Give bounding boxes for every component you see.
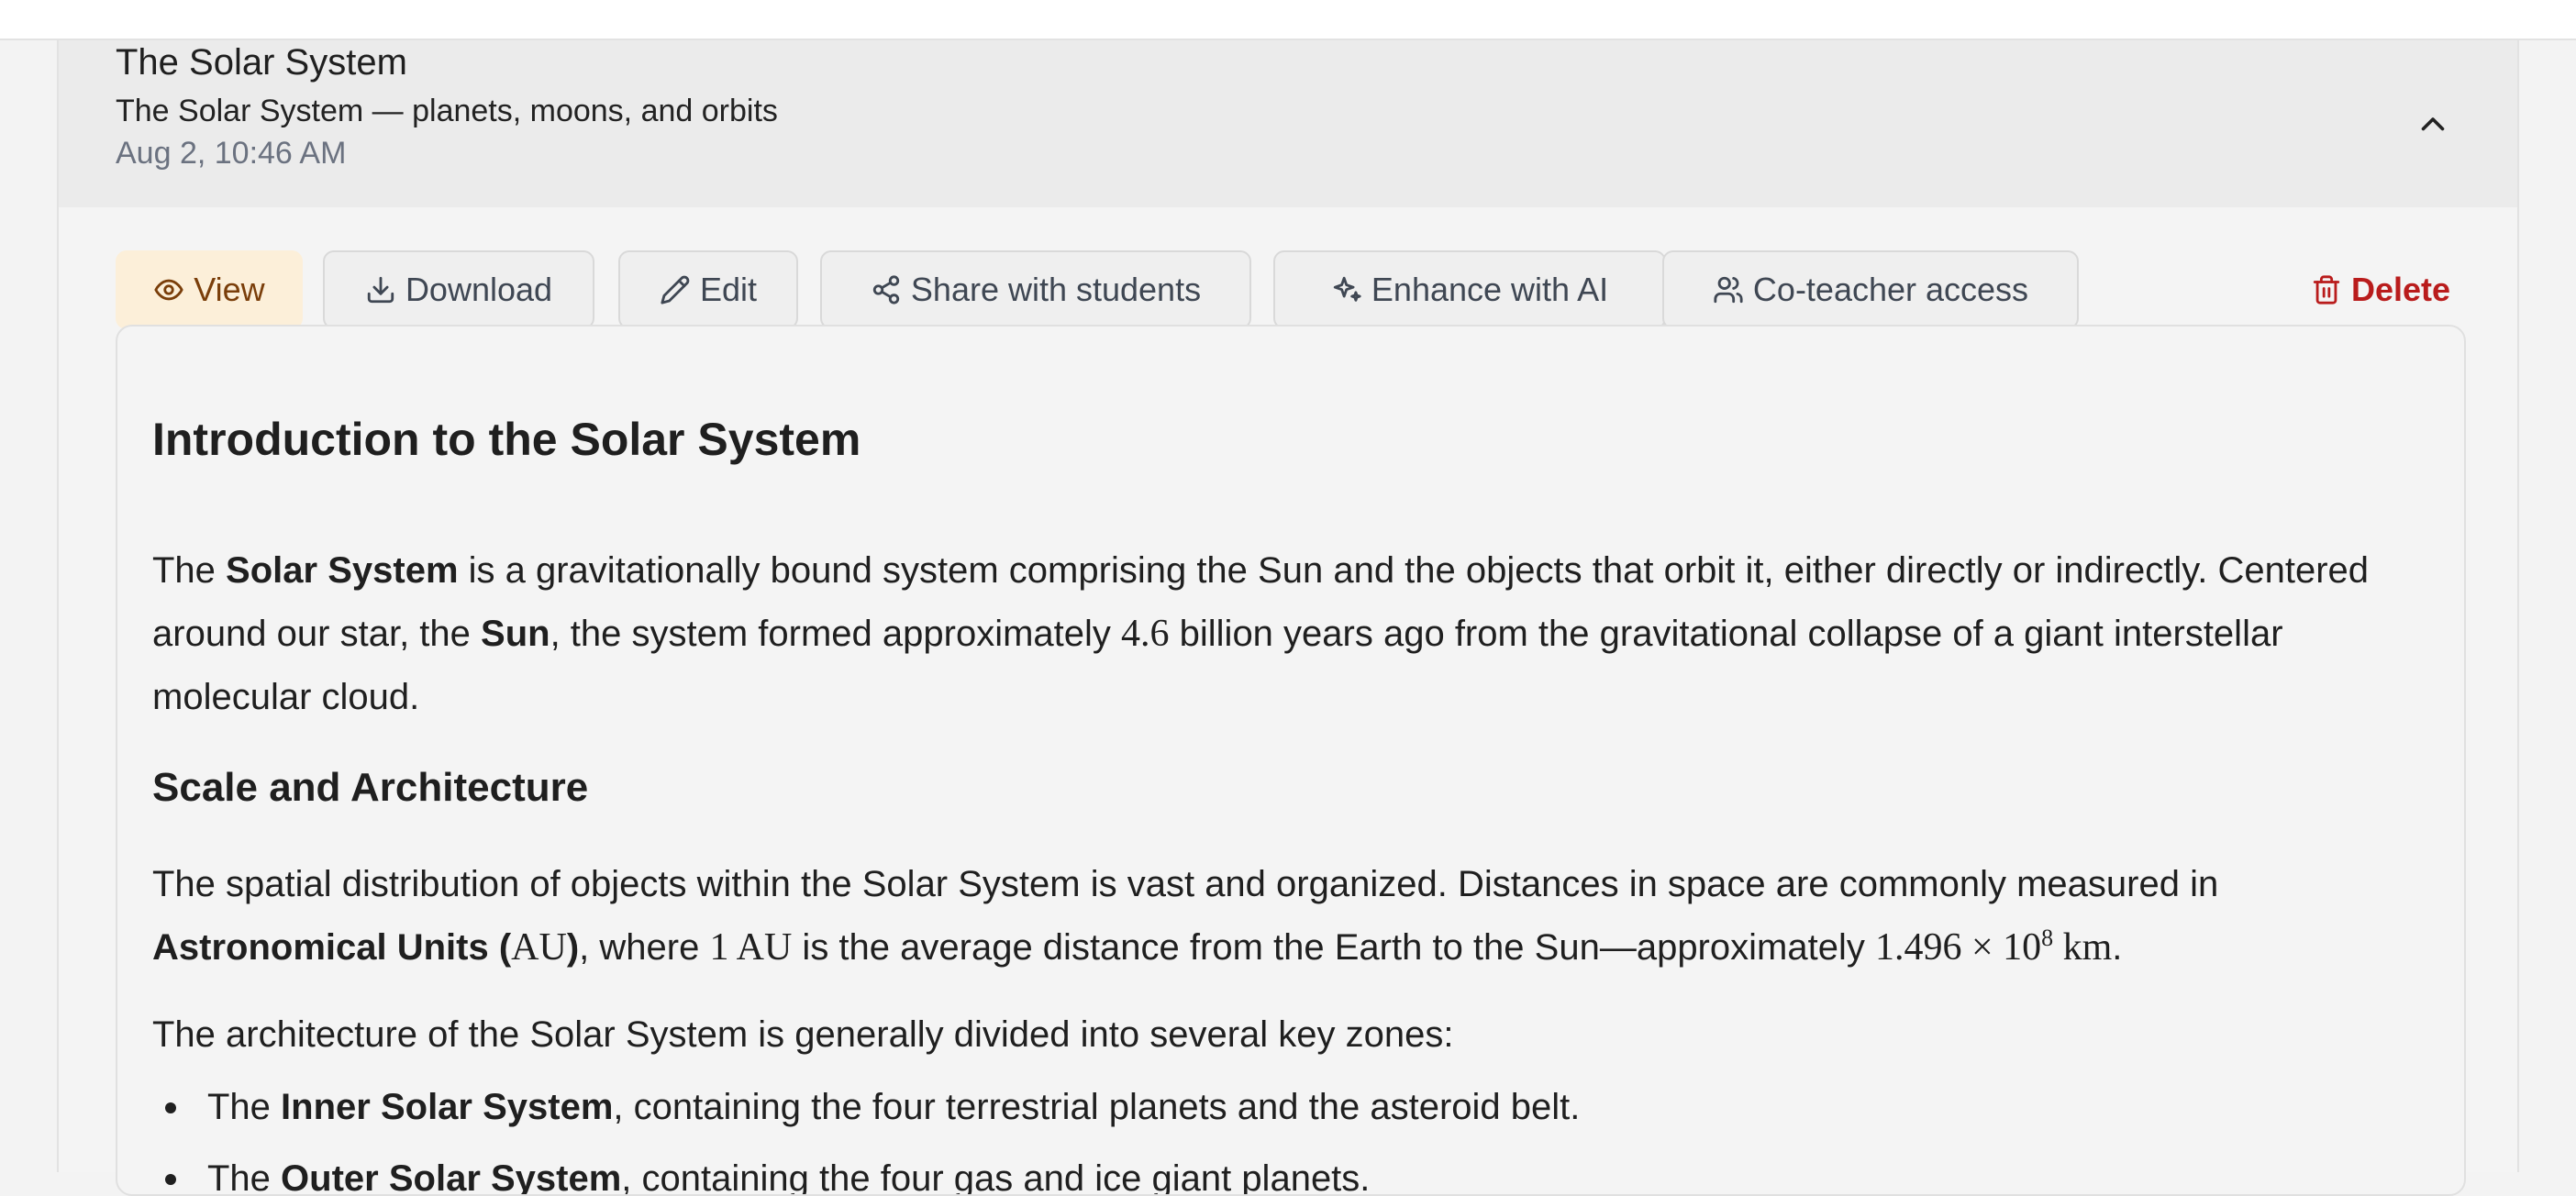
collapse-button[interactable]	[2413, 105, 2453, 145]
trash-icon	[2313, 275, 2340, 305]
sparkles-icon	[1333, 276, 1361, 302]
text-run: The	[207, 1087, 282, 1127]
math-value: 4.6	[1121, 613, 1170, 655]
enhance-with-ai-button[interactable]: Enhance with AI	[1273, 250, 1666, 329]
math-unit: km	[2053, 926, 2113, 969]
download-button[interactable]: Download	[323, 250, 594, 329]
bold-term: Solar System	[226, 550, 459, 591]
co-teacher-access-button[interactable]: Co-teacher access	[1662, 250, 2079, 329]
enhance-button-label: Enhance with AI	[1371, 271, 1609, 308]
card-header[interactable]: The Solar System The Solar System — plan…	[59, 40, 2517, 207]
delete-button-label: Delete	[2350, 271, 2451, 308]
text-run: , where	[579, 927, 710, 968]
material-subtitle: The Solar System — planets, moons, and o…	[116, 94, 778, 128]
zones-list: The Inner Solar System, containing the f…	[152, 1071, 1580, 1196]
download-button-label: Download	[405, 271, 553, 308]
intro-paragraph: The Solar System is a gravitationally bo…	[152, 539, 2437, 729]
material-card: The Solar System The Solar System — plan…	[57, 40, 2519, 1196]
section-heading: Scale and Architecture	[152, 765, 589, 810]
text-run: The	[152, 550, 227, 591]
text-run: The spatial distribution of objects with…	[152, 864, 2219, 904]
math-value: 1.496 × 10	[1874, 926, 2042, 969]
material-timestamp: Aug 2, 10:46 AM	[116, 136, 347, 171]
share-with-students-button[interactable]: Share with students	[820, 250, 1251, 329]
list-item: The Inner Solar System, containing the f…	[152, 1071, 1580, 1143]
math-exponent: 8	[2041, 925, 2054, 951]
pencil-icon	[661, 275, 690, 305]
scale-paragraph: The spatial distribution of objects with…	[152, 853, 2437, 980]
bold-term: Outer Solar System	[281, 1158, 622, 1196]
math-value: 1 AU	[709, 926, 793, 969]
share-button-label: Share with students	[910, 271, 1202, 308]
delete-button[interactable]: Delete	[2275, 250, 2486, 329]
text-run: , containing the four gas and ice giant …	[621, 1158, 1371, 1196]
text-run: , containing the four terrestrial planet…	[613, 1087, 1581, 1127]
edit-button-label: Edit	[699, 271, 758, 308]
download-icon	[367, 276, 394, 304]
eye-icon	[154, 279, 183, 301]
top-bar	[0, 0, 2576, 40]
text-run: is the average distance from the Earth t…	[792, 927, 1875, 968]
bold-term: Sun	[481, 614, 550, 654]
document-preview: Introduction to the Solar System The Sol…	[116, 325, 2466, 1196]
view-button[interactable]: View	[116, 250, 303, 329]
document-heading: Introduction to the Solar System	[152, 414, 861, 465]
share-icon	[872, 275, 900, 305]
chevron-up-icon	[2421, 117, 2445, 131]
text-run: .	[2112, 927, 2123, 968]
view-button-label: View	[194, 271, 265, 308]
text-run: The	[207, 1158, 282, 1196]
bold-term: )	[566, 927, 580, 968]
math-value: AU	[511, 926, 567, 969]
action-toolbar: View Download Edit Share with students E…	[59, 207, 2517, 334]
users-icon	[1714, 276, 1743, 304]
text-run: , the system formed approximately	[550, 614, 1122, 654]
bold-term: Astronomical Units (	[152, 927, 512, 968]
math-expression: 1.496 × 108 km	[1875, 926, 2112, 969]
material-title: The Solar System	[116, 42, 407, 83]
list-item: The Outer Solar System, containing the f…	[152, 1143, 1580, 1196]
bold-term: Inner Solar System	[281, 1087, 614, 1127]
architecture-paragraph: The architecture of the Solar System is …	[152, 1014, 1454, 1055]
edit-button[interactable]: Edit	[618, 250, 798, 329]
co-teacher-button-label: Co-teacher access	[1752, 271, 2029, 308]
